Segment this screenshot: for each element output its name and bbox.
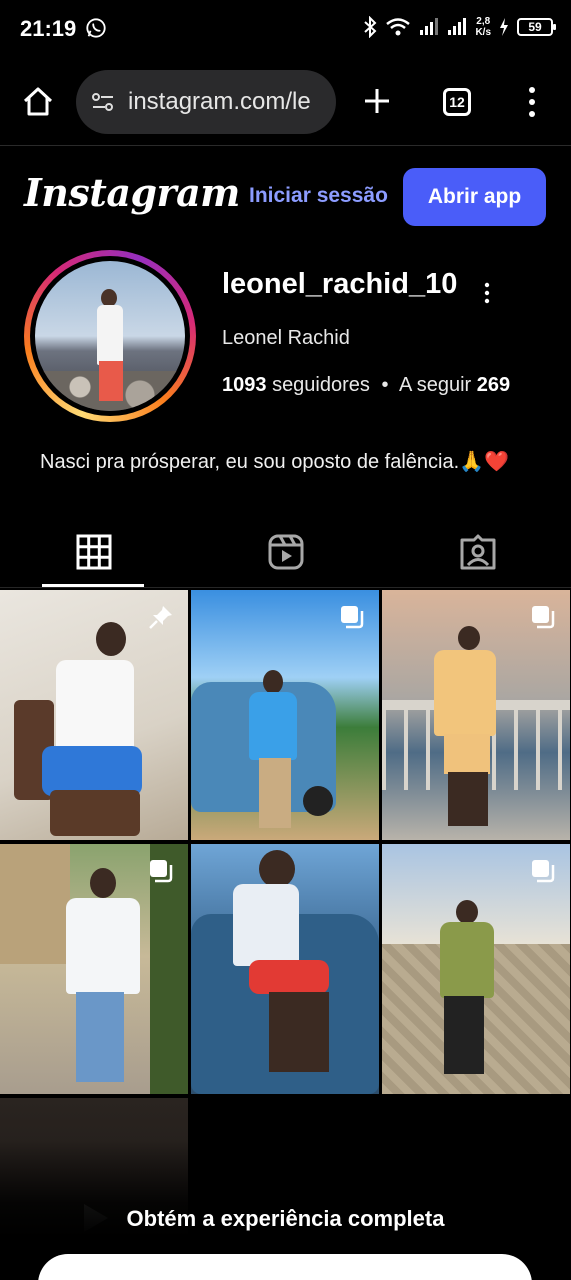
signal-2-icon	[448, 18, 467, 35]
profile-options-icon[interactable]	[482, 282, 492, 304]
browser-toolbar: instagram.com/le 12	[0, 58, 571, 146]
grid-icon[interactable]	[74, 532, 114, 572]
status-bar: 21:19 2,8 K/s 59	[0, 0, 571, 58]
bluetooth-icon	[364, 16, 377, 38]
post-2[interactable]	[191, 590, 379, 840]
home-icon[interactable]	[20, 84, 56, 120]
profile-username: leonel_rachid_10	[222, 268, 458, 300]
cta-button[interactable]	[38, 1254, 532, 1280]
battery-indicator: 59	[517, 18, 556, 36]
login-link[interactable]: Iniciar sessão	[249, 184, 388, 208]
carousel-icon	[341, 606, 364, 629]
post-1[interactable]	[0, 590, 188, 840]
profile-stats: 1093 seguidores • A seguir 269	[222, 374, 510, 397]
profile-full-name: Leonel Rachid	[222, 327, 350, 349]
following-label[interactable]: A seguir	[399, 374, 471, 396]
post-3[interactable]	[382, 590, 570, 840]
reels-icon[interactable]	[266, 532, 306, 572]
carousel-icon	[150, 860, 173, 883]
post-6[interactable]	[382, 844, 570, 1094]
followers-count[interactable]: 1093	[222, 374, 267, 396]
post-4[interactable]	[0, 844, 188, 1094]
profile-bio: Nasci pra prósperar, eu sou oposto de fa…	[40, 451, 509, 473]
new-tab-icon[interactable]	[362, 86, 392, 116]
followers-label[interactable]: seguidores	[272, 374, 370, 396]
address-bar[interactable]: instagram.com/le	[76, 70, 336, 134]
instagram-logo[interactable]: Instagram	[24, 170, 240, 215]
profile-avatar[interactable]	[24, 250, 196, 422]
charging-icon	[500, 18, 508, 36]
whatsapp-icon	[86, 18, 106, 38]
network-speed: 2,8 K/s	[475, 16, 491, 38]
tagged-icon[interactable]	[458, 532, 498, 572]
open-app-button[interactable]: Abrir app	[403, 168, 546, 226]
carousel-icon	[532, 606, 555, 629]
profile-tabs	[0, 520, 571, 588]
wifi-icon	[386, 18, 411, 36]
stats-separator: •	[381, 374, 389, 396]
pin-icon	[149, 606, 172, 629]
site-settings-icon[interactable]	[90, 89, 116, 115]
post-5[interactable]	[191, 844, 379, 1094]
carousel-icon	[532, 860, 555, 883]
active-tab-indicator	[42, 584, 144, 587]
avatar-photo	[35, 261, 185, 411]
status-time: 21:19	[20, 16, 77, 41]
signal-icon	[420, 18, 439, 35]
following-count[interactable]: 269	[477, 374, 510, 396]
url-text: instagram.com/le	[128, 88, 311, 115]
more-menu-icon[interactable]	[525, 84, 539, 120]
cta-title: Obtém a experiência completa	[126, 1206, 445, 1231]
tab-switcher-button[interactable]: 12	[443, 88, 471, 116]
